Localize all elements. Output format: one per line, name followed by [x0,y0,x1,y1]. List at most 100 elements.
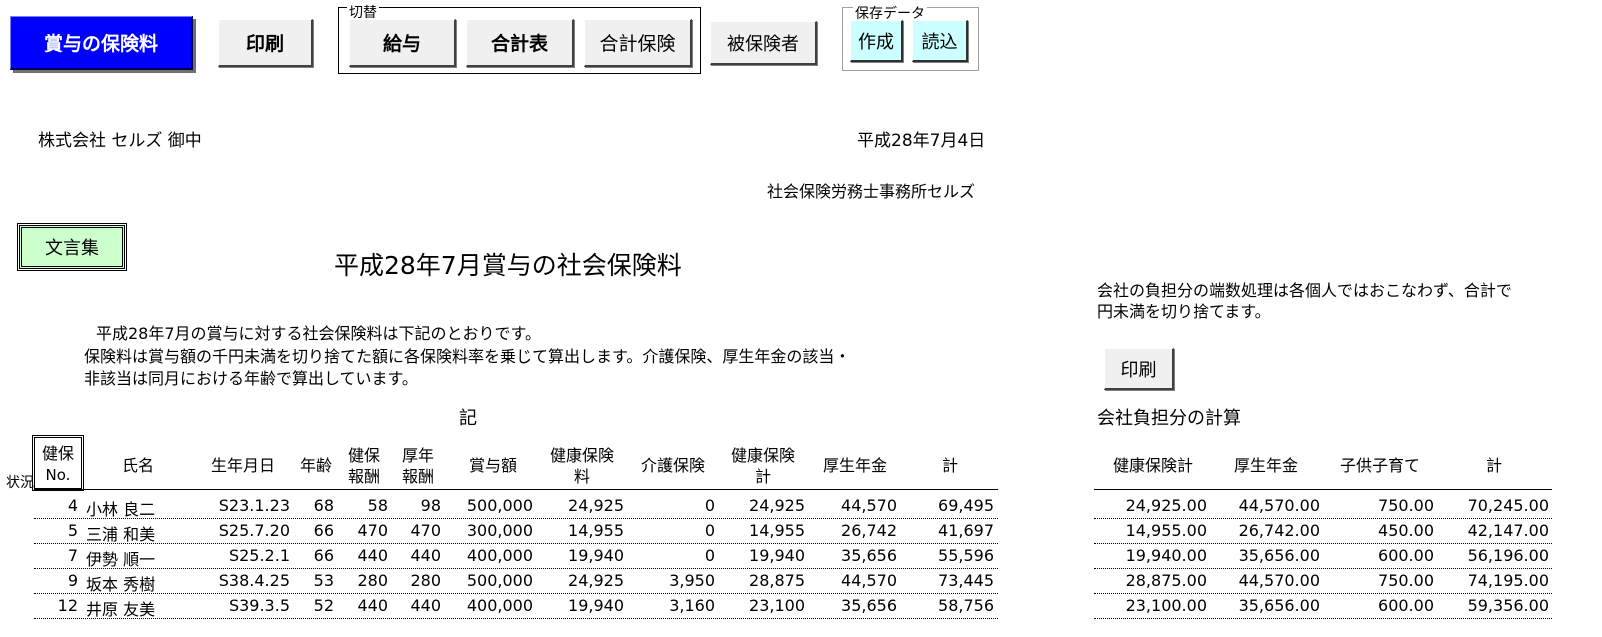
company-cell-health: 23,100.00 [1125,596,1207,615]
document-date: 平成28年7月4日 [857,131,986,151]
cell-bonus: 500,000 [466,496,533,515]
company-cell-child: 450.00 [1378,521,1434,540]
company-cell-child: 600.00 [1378,596,1434,615]
company-table-header-rule [1094,489,1552,490]
cell-kenpo-hoshu: 58 [367,496,388,515]
company-cell-total: 70,245.00 [1467,496,1549,515]
company-cell-child: 750.00 [1378,571,1434,590]
cell-health: 19,940 [568,546,624,565]
cell-care: 3,160 [669,596,715,615]
cell-kenpo-hoshu: 280 [357,571,388,590]
header-age: 年齢 [299,456,332,475]
cell-birth: S39.3.5 [228,596,290,615]
total-insurance-button[interactable]: 合計保険 [584,19,692,67]
bonus-insurance-button[interactable]: 賞与の保険料 [10,16,193,70]
company-header-child: 子供子育て [1339,456,1420,475]
insured-button[interactable]: 被保険者 [710,21,817,65]
cell-pension: 44,570 [841,496,897,515]
office-name: 社会保険労務士事務所セルズ [767,182,976,201]
table-row: 9 坂本 秀樹 S38.4.25 53 280 280 500,000 24,925 3,950… [0,569,1602,594]
cell-birth: S25.7.20 [218,521,290,540]
print-button[interactable]: 印刷 [218,19,313,67]
cell-age: 66 [313,521,334,540]
row-separator [34,618,998,619]
cell-care: 0 [704,546,715,565]
intro-line-1: 平成28年7月の賞与に対する社会保険料は下記のとおりです。 [96,324,541,343]
table-header-rule [34,489,998,490]
cell-pension: 35,656 [841,546,897,565]
header-name: 氏名 [121,456,154,475]
table-row: 7 伊勢 順一 S25.2.1 66 440 440 400,000 19,940 0 19,94… [0,544,1602,569]
header-health-2: 料 [573,467,590,486]
company-calc-title: 会社負担分の計算 [1097,408,1241,429]
cell-kosei-hoshu: 440 [410,546,441,565]
company-cell-total: 74,195.00 [1467,571,1549,590]
header-total: 計 [941,456,958,475]
header-no-line-1: 健保 [41,444,74,463]
cell-age: 52 [313,596,334,615]
company-header-health-total: 健康保険計 [1112,456,1193,475]
load-button[interactable]: 読込 [912,20,968,62]
header-kenpo-hoshu-2: 報酬 [347,467,380,486]
header-birth: 生年月日 [210,456,275,475]
salary-button[interactable]: 給与 [349,19,456,67]
cell-health-total: 19,940 [749,546,805,565]
cell-pension: 26,742 [841,521,897,540]
cell-kosei-hoshu: 280 [410,571,441,590]
cell-birth: S38.4.25 [218,571,290,590]
cell-name: 伊勢 順一 [86,550,156,569]
header-no-line-2: No. [45,466,71,484]
cell-age: 53 [313,571,334,590]
company-cell-health: 28,875.00 [1125,571,1207,590]
cell-health: 19,940 [568,596,624,615]
header-health-total-1: 健康保険 [730,446,795,465]
cell-name: 小林 良二 [86,500,156,519]
company-cell-total: 56,196.00 [1467,546,1549,565]
cell-name: 井原 友美 [86,600,156,619]
side-print-button[interactable]: 印刷 [1104,348,1174,390]
total-table-button[interactable]: 合計表 [466,19,574,67]
cell-no: 9 [67,571,78,590]
company-cell-total: 59,356.00 [1467,596,1549,615]
cell-total: 69,495 [938,496,994,515]
cell-kosei-hoshu: 470 [410,521,441,540]
company-cell-pension: 26,742.00 [1238,521,1320,540]
company-cell-pension: 35,656.00 [1238,596,1320,615]
cell-kenpo-hoshu: 440 [357,546,388,565]
cell-health: 24,925 [568,571,624,590]
company-cell-health: 24,925.00 [1125,496,1207,515]
document-title: 平成28年7月賞与の社会保険料 [334,251,682,280]
cell-health-total: 14,955 [749,521,805,540]
cell-health: 24,925 [568,496,624,515]
cell-no: 7 [67,546,78,565]
status-label: 状況 [6,475,34,491]
cell-bonus: 500,000 [466,571,533,590]
cell-no: 5 [67,521,78,540]
header-pension: 厚生年金 [822,456,887,475]
company-cell-total: 42,147.00 [1467,521,1549,540]
cell-health-total: 28,875 [749,571,805,590]
cell-care: 0 [704,496,715,515]
cell-total: 41,697 [938,521,994,540]
ki-label: 記 [459,408,477,429]
company-cell-health: 19,940.00 [1125,546,1207,565]
cell-health: 14,955 [568,521,624,540]
company-cell-child: 600.00 [1378,546,1434,565]
header-health-1: 健康保険 [549,446,614,465]
cell-no: 12 [57,596,78,615]
cell-kosei-hoshu: 98 [420,496,441,515]
cell-health-total: 23,100 [749,596,805,615]
cell-pension: 44,570 [841,571,897,590]
intro-line-3: 非該当は同月における年齢で算出しています。 [84,369,418,388]
create-button[interactable]: 作成 [850,20,903,62]
table-row: 5 三浦 和美 S25.7.20 66 470 470 300,000 14,955 0 14,9… [0,519,1602,544]
cell-no: 4 [67,496,78,515]
cell-kenpo-hoshu: 440 [357,596,388,615]
cell-bonus: 400,000 [466,596,533,615]
cell-total: 55,596 [938,546,994,565]
header-kenpo-hoshu-1: 健保 [347,446,380,465]
cell-health-total: 24,925 [749,496,805,515]
cell-birth: S25.2.1 [228,546,290,565]
phrases-button[interactable]: 文言集 [17,223,127,271]
header-bonus: 賞与額 [468,456,517,475]
